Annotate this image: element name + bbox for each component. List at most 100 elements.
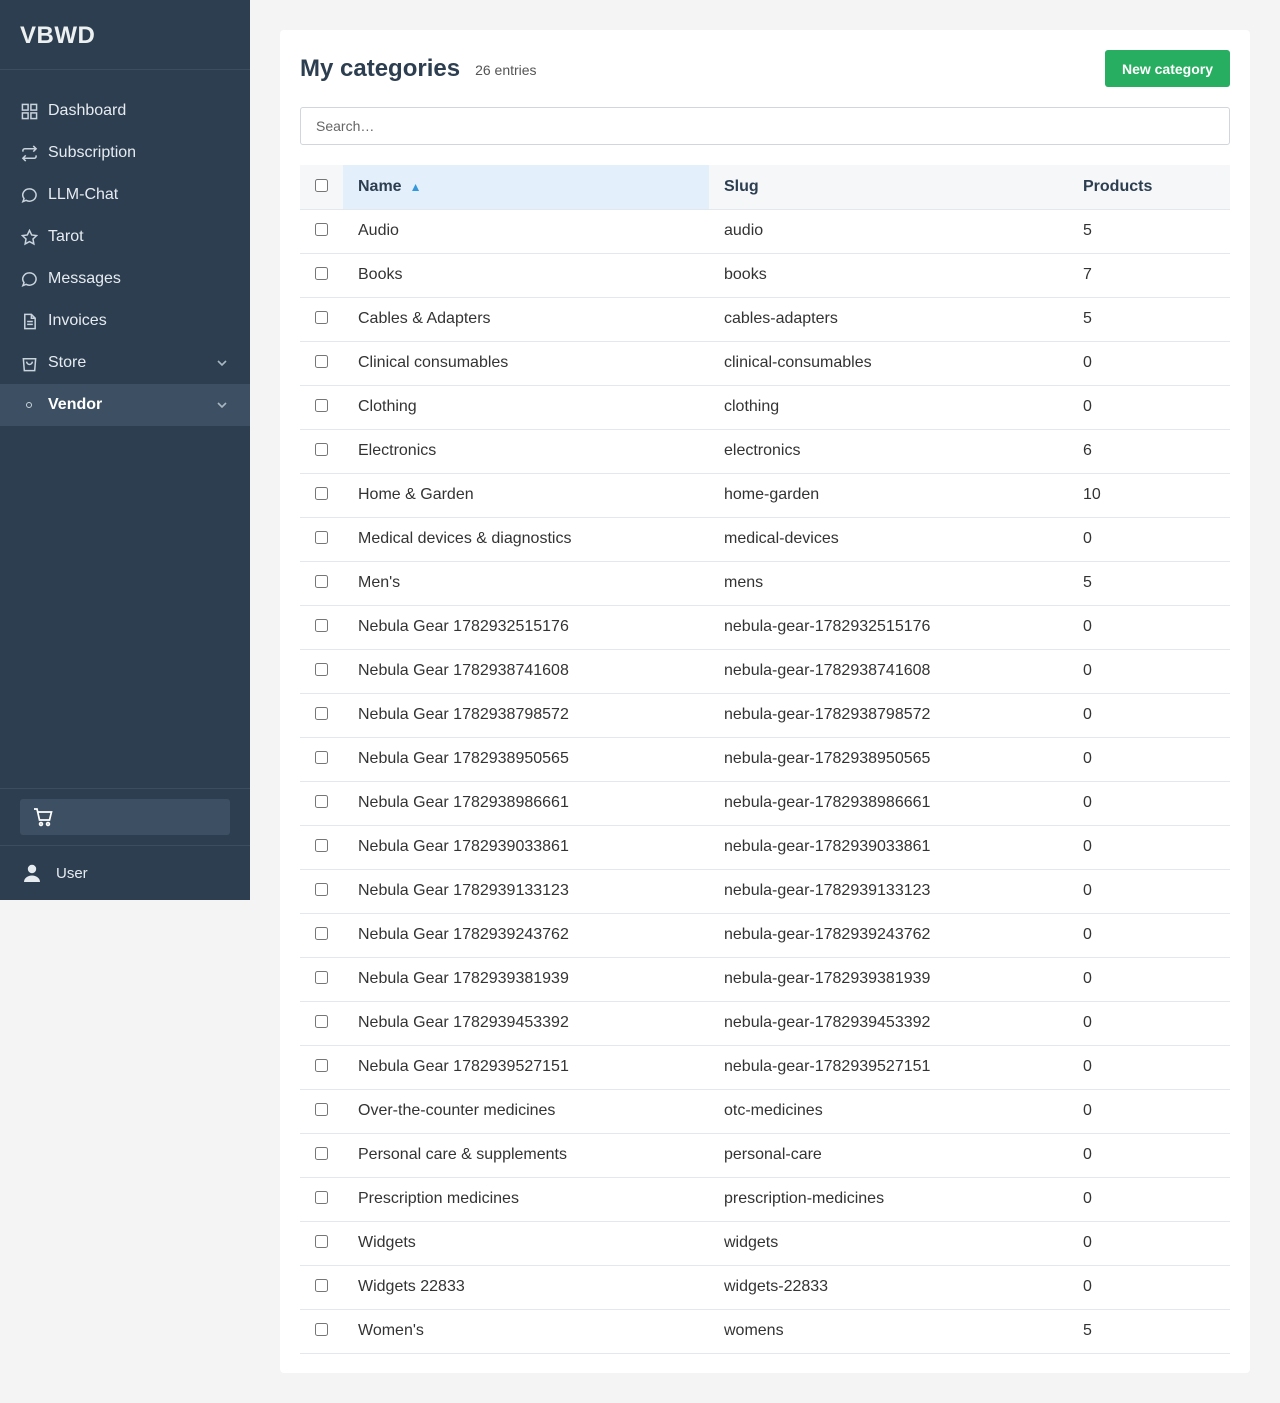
table-row[interactable]: Nebula Gear 1782938950565 nebula-gear-178… [300, 737, 1230, 782]
cell-name: Nebula Gear 1782939527151 [343, 1045, 709, 1090]
categories-card: My categories 26 entries New category Na… [280, 30, 1250, 1373]
sidebar-item-subscription[interactable]: Subscription [0, 132, 250, 174]
table-row[interactable]: Men's mens 5 [300, 561, 1230, 606]
cell-name: Clinical consumables [343, 341, 709, 386]
table-row[interactable]: Nebula Gear 1782939381939 nebula-gear-178… [300, 957, 1230, 1002]
grid-icon [20, 102, 38, 120]
sidebar-item-invoices[interactable]: Invoices [0, 300, 250, 342]
row-checkbox[interactable] [315, 1191, 328, 1204]
row-checkbox[interactable] [315, 663, 328, 676]
table-row[interactable]: Electronics electronics 6 [300, 429, 1230, 474]
row-checkbox[interactable] [315, 355, 328, 368]
search-input[interactable] [300, 107, 1230, 145]
row-checkbox[interactable] [315, 1279, 328, 1292]
table-row[interactable]: Women's womens 5 [300, 1309, 1230, 1354]
sidebar-item-vendor[interactable]: Vendor [0, 384, 250, 426]
row-checkbox[interactable] [315, 487, 328, 500]
sidebar-item-llm-chat[interactable]: LLM-Chat [0, 174, 250, 216]
table-row[interactable]: Widgets widgets 0 [300, 1221, 1230, 1266]
brand-logo[interactable]: VBWD [0, 0, 250, 70]
table-row[interactable]: Nebula Gear 1782938986661 nebula-gear-178… [300, 781, 1230, 826]
table-row[interactable]: Nebula Gear 1782932515176 nebula-gear-178… [300, 605, 1230, 650]
sidebar: VBWD Dashboard Subscription LLM-Chat Tar… [0, 0, 250, 900]
cell-name: Nebula Gear 1782939243762 [343, 913, 709, 958]
cell-slug: nebula-gear-1782939381939 [709, 957, 1068, 1002]
cell-slug: electronics [709, 429, 1068, 474]
table-row[interactable]: Clothing clothing 0 [300, 385, 1230, 430]
row-checkbox[interactable] [315, 927, 328, 940]
row-checkbox[interactable] [315, 883, 328, 896]
table-row[interactable]: Nebula Gear 1782939453392 nebula-gear-178… [300, 1001, 1230, 1046]
table-row[interactable]: Books books 7 [300, 253, 1230, 298]
row-checkbox[interactable] [315, 399, 328, 412]
user-menu[interactable]: User [0, 845, 250, 900]
table-row[interactable]: Nebula Gear 1782939133123 nebula-gear-178… [300, 869, 1230, 914]
row-checkbox[interactable] [315, 751, 328, 764]
row-select-cell [300, 1221, 343, 1266]
table-row[interactable]: Widgets 22833 widgets-22833 0 [300, 1265, 1230, 1310]
select-all-checkbox[interactable] [315, 178, 328, 192]
row-select-cell [300, 1265, 343, 1310]
table-row[interactable]: Clinical consumables clinical-consumables… [300, 341, 1230, 386]
row-checkbox[interactable] [315, 971, 328, 984]
document-icon [20, 312, 38, 330]
row-select-cell [300, 253, 343, 298]
select-all-cell [300, 165, 343, 210]
cell-name: Nebula Gear 1782939453392 [343, 1001, 709, 1046]
cell-slug: nebula-gear-1782938741608 [709, 649, 1068, 694]
table-row[interactable]: Personal care & supplements personal-care… [300, 1133, 1230, 1178]
row-select-cell [300, 385, 343, 430]
row-checkbox[interactable] [315, 1323, 328, 1336]
row-checkbox[interactable] [315, 531, 328, 544]
sidebar-footer: User [0, 788, 250, 900]
row-checkbox[interactable] [315, 1235, 328, 1248]
row-checkbox[interactable] [315, 707, 328, 720]
table-row[interactable]: Audio audio 5 [300, 209, 1230, 254]
table-row[interactable]: Nebula Gear 1782939527151 nebula-gear-178… [300, 1045, 1230, 1090]
sidebar-item-messages[interactable]: Messages [0, 258, 250, 300]
table-row[interactable]: Medical devices & diagnostics medical-dev… [300, 517, 1230, 562]
cell-products: 5 [1068, 209, 1230, 254]
chevron-down-icon[interactable] [216, 398, 228, 410]
column-header-products[interactable]: Products [1068, 165, 1230, 210]
sidebar-item-store[interactable]: Store [0, 342, 250, 384]
sidebar-item-dashboard[interactable]: Dashboard [0, 90, 250, 132]
row-checkbox[interactable] [315, 1059, 328, 1072]
table-row[interactable]: Nebula Gear 1782939033861 nebula-gear-178… [300, 825, 1230, 870]
cell-name: Nebula Gear 1782938741608 [343, 649, 709, 694]
cart-button[interactable] [20, 799, 230, 835]
row-checkbox[interactable] [315, 223, 328, 236]
row-checkbox[interactable] [315, 619, 328, 632]
row-checkbox[interactable] [315, 575, 328, 588]
column-header-name[interactable]: Name ▲ [343, 165, 709, 210]
row-checkbox[interactable] [315, 311, 328, 324]
row-checkbox[interactable] [315, 839, 328, 852]
table-row[interactable]: Cables & Adapters cables-adapters 5 [300, 297, 1230, 342]
cell-slug: prescription-medicines [709, 1177, 1068, 1222]
sidebar-item-tarot[interactable]: Tarot [0, 216, 250, 258]
cell-name: Audio [343, 209, 709, 254]
sidebar-nav: Dashboard Subscription LLM-Chat Tarot Me… [0, 90, 250, 426]
table-row[interactable]: Home & Garden home-garden 10 [300, 473, 1230, 518]
row-checkbox[interactable] [315, 267, 328, 280]
column-header-slug[interactable]: Slug [709, 165, 1068, 210]
table-row[interactable]: Nebula Gear 1782939243762 nebula-gear-178… [300, 913, 1230, 958]
cell-slug: mens [709, 561, 1068, 606]
table-body: Audio audio 5 Books books 7 Cables & Adapters c… [300, 209, 1230, 1354]
table-row[interactable]: Prescription medicines prescription-medic… [300, 1177, 1230, 1222]
chevron-down-icon[interactable] [216, 356, 228, 368]
table-row[interactable]: Nebula Gear 1782938741608 nebula-gear-178… [300, 649, 1230, 694]
row-select-cell [300, 1177, 343, 1222]
row-checkbox[interactable] [315, 1103, 328, 1116]
table-row[interactable]: Nebula Gear 1782938798572 nebula-gear-178… [300, 693, 1230, 738]
table-row[interactable]: Over-the-counter medicines otc-medicines 0 [300, 1089, 1230, 1134]
row-checkbox[interactable] [315, 795, 328, 808]
cell-slug: clinical-consumables [709, 341, 1068, 386]
row-checkbox[interactable] [315, 1015, 328, 1028]
row-checkbox[interactable] [315, 443, 328, 456]
sidebar-item-label: Store [48, 354, 87, 371]
row-checkbox[interactable] [315, 1147, 328, 1160]
categories-table: Name ▲ Slug Products Audio audio 5 Books book… [300, 165, 1230, 1354]
sidebar-item-label: Vendor [48, 396, 103, 413]
new-category-button[interactable]: New category [1105, 50, 1230, 87]
